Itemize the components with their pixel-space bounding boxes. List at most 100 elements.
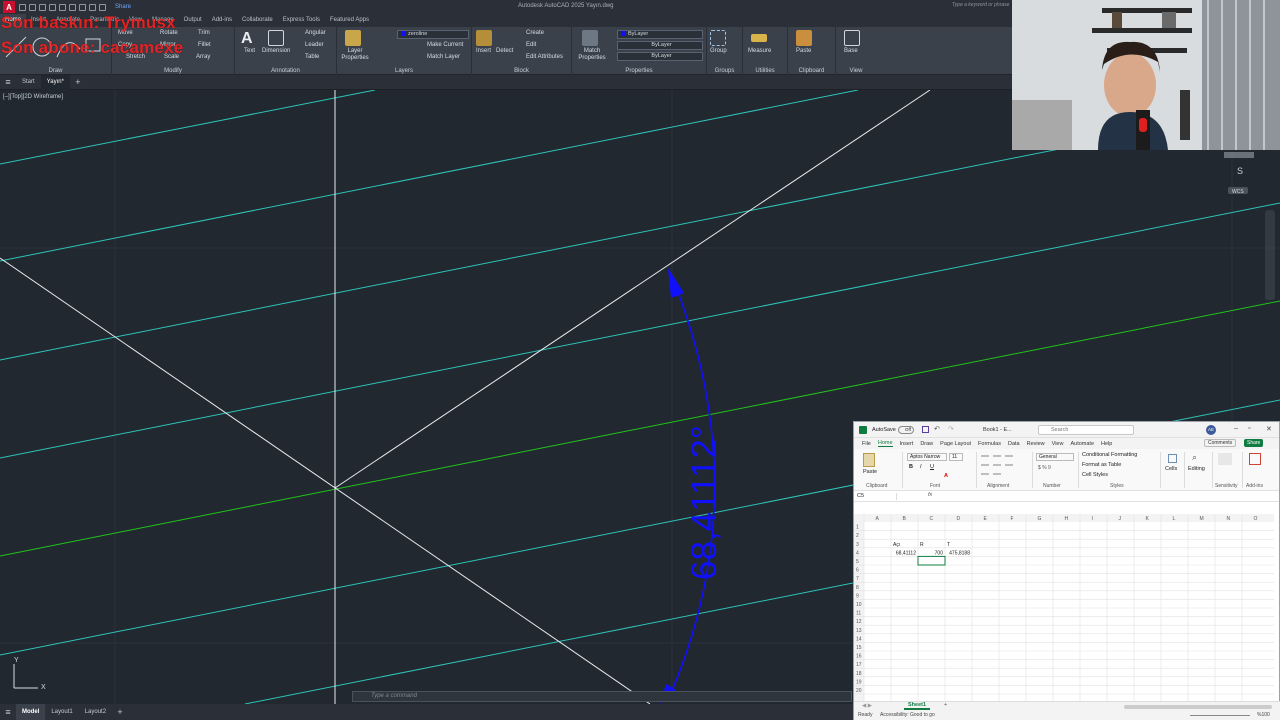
row-header[interactable]: 14 xyxy=(856,636,862,642)
command-line[interactable]: Type a command xyxy=(352,691,852,702)
navigation-bar[interactable] xyxy=(1265,210,1275,300)
row-header[interactable]: 5 xyxy=(856,559,859,565)
name-box[interactable]: C5 xyxy=(857,493,897,500)
cell-styles-button[interactable]: Cell Styles xyxy=(1082,472,1108,478)
add-layout-icon[interactable]: + xyxy=(112,707,128,717)
column-header[interactable]: H xyxy=(1065,516,1069,522)
avatar[interactable]: AE xyxy=(1206,425,1216,435)
lineweight-combo[interactable]: ByLayer xyxy=(617,52,703,61)
excel-tab-help[interactable]: Help xyxy=(1101,441,1112,447)
excel-window[interactable]: AutoSave Off ↶ ↷ Book1 - E... Search AE … xyxy=(853,421,1280,720)
font-size-select[interactable]: 11 xyxy=(949,453,963,461)
column-header[interactable]: C xyxy=(930,516,934,522)
cell-B3[interactable]: Açı xyxy=(893,542,900,548)
ribbon-tab-featured-apps[interactable]: Featured Apps xyxy=(325,14,374,27)
cell-D3[interactable]: T xyxy=(947,542,950,548)
minimize-icon[interactable]: – xyxy=(1234,425,1238,432)
dimension-icon[interactable] xyxy=(268,30,284,46)
array-tool[interactable]: Array xyxy=(196,54,210,60)
cells-button[interactable]: Cells xyxy=(1165,466,1177,472)
cell-B4[interactable]: 68,41112 xyxy=(896,550,916,556)
model-tab[interactable]: Model xyxy=(16,704,46,720)
currency-icon[interactable]: $ % 9 xyxy=(1038,465,1051,471)
sheet-tab[interactable]: Sheet1 xyxy=(904,702,931,710)
group-button[interactable]: Group xyxy=(710,48,727,54)
ribbon-tab-add-ins[interactable]: Add-ins xyxy=(207,14,237,27)
bold-icon[interactable]: B xyxy=(909,464,913,470)
excel-tab-automate[interactable]: Automate xyxy=(1070,441,1094,447)
table-tool[interactable]: Table xyxy=(305,54,319,60)
alignment-icons[interactable] xyxy=(979,453,1029,481)
excel-tab-file[interactable]: File xyxy=(862,441,871,447)
row-header[interactable]: 7 xyxy=(856,576,859,582)
base-view-button[interactable]: Base xyxy=(844,48,858,54)
zoom-slider[interactable] xyxy=(1190,715,1250,716)
row-header[interactable]: 6 xyxy=(856,568,859,574)
paste-icon[interactable] xyxy=(863,453,875,467)
row-header[interactable]: 20 xyxy=(856,688,862,694)
insert-block-button[interactable]: Insert xyxy=(476,48,491,54)
row-header[interactable]: 12 xyxy=(856,619,862,625)
share-button[interactable]: Share xyxy=(115,4,131,10)
keyword-search-input[interactable]: Type a keyword or phrase xyxy=(952,2,1012,12)
row-header[interactable]: 13 xyxy=(856,628,862,634)
excel-tab-draw[interactable]: Draw xyxy=(920,441,933,447)
viewport-controls[interactable]: [–][Top][2D Wireframe] xyxy=(3,94,63,100)
base-view-icon[interactable] xyxy=(844,30,860,46)
sensitivity-icon[interactable] xyxy=(1218,453,1232,465)
fillet-tool[interactable]: Fillet xyxy=(198,42,211,48)
match-properties-icon[interactable] xyxy=(582,30,598,46)
ribbon-tab-collaborate[interactable]: Collaborate xyxy=(237,14,278,27)
new-file-icon[interactable] xyxy=(19,3,26,11)
autosave-toggle[interactable]: Off xyxy=(898,426,914,434)
format-as-table-button[interactable]: Format as Table xyxy=(1082,462,1121,468)
number-format-select[interactable]: General xyxy=(1036,453,1074,461)
command-input[interactable]: Type a command xyxy=(371,693,417,699)
editing-button[interactable]: Editing xyxy=(1188,466,1205,472)
text-icon[interactable]: A xyxy=(241,30,257,47)
save-icon[interactable] xyxy=(922,426,929,433)
angular-tool[interactable]: Angular xyxy=(305,30,326,36)
excel-tab-insert[interactable]: Insert xyxy=(900,441,914,447)
save-icon[interactable] xyxy=(39,3,46,11)
selected-cell[interactable] xyxy=(917,555,946,566)
linetype-combo[interactable]: ByLayer xyxy=(617,41,703,50)
row-header[interactable]: 2 xyxy=(856,533,859,539)
trim-tool[interactable]: Trim xyxy=(198,30,210,36)
row-header[interactable]: 11 xyxy=(856,611,861,617)
cell-D4[interactable]: 475,8188 xyxy=(949,550,970,556)
match-layer-button[interactable]: Match Layer xyxy=(427,54,460,60)
excel-share-button[interactable]: Share xyxy=(1244,439,1264,447)
viewcube[interactable]: S WCS xyxy=(1214,150,1264,200)
layer-properties-button[interactable]: Layer Properties xyxy=(340,48,370,62)
row-header[interactable]: 15 xyxy=(856,645,862,651)
column-header[interactable]: D xyxy=(957,516,961,522)
excel-paste-button[interactable]: Paste xyxy=(863,469,877,475)
cells-icon[interactable] xyxy=(1168,454,1177,463)
dimension-tool[interactable]: Dimension xyxy=(262,48,290,54)
redo-icon[interactable]: ↷ xyxy=(948,425,954,433)
excel-tab-review[interactable]: Review xyxy=(1027,441,1045,447)
redo-icon[interactable] xyxy=(99,3,106,11)
fx-icon[interactable]: fx xyxy=(928,492,932,498)
edit-attributes-button[interactable]: Edit Attributes xyxy=(526,54,563,60)
create-block-button[interactable]: Create xyxy=(526,30,544,36)
cell-C3[interactable]: R xyxy=(920,542,924,548)
add-tab-icon[interactable]: + xyxy=(70,77,86,87)
ribbon-tab-express-tools[interactable]: Express Tools xyxy=(278,14,325,27)
layer-properties-icon[interactable] xyxy=(345,30,361,46)
web-save-icon[interactable] xyxy=(69,3,76,11)
layout2-tab[interactable]: Layout2 xyxy=(79,704,112,720)
add-ins-icon[interactable] xyxy=(1249,453,1261,465)
row-header[interactable]: 16 xyxy=(856,654,862,660)
file-tab-start[interactable]: Start xyxy=(16,75,41,90)
row-header[interactable]: 1 xyxy=(856,525,859,531)
excel-tab-formulas[interactable]: Formulas xyxy=(978,441,1001,447)
layout1-tab[interactable]: Layout1 xyxy=(45,704,78,720)
undo-icon[interactable] xyxy=(89,3,96,11)
close-icon[interactable]: ✕ xyxy=(1266,425,1272,433)
column-header[interactable]: O xyxy=(1254,516,1258,522)
layout-menu-icon[interactable]: ≡ xyxy=(0,707,16,717)
row-header[interactable]: 4 xyxy=(856,550,859,556)
ribbon-tab-output[interactable]: Output xyxy=(179,14,207,27)
